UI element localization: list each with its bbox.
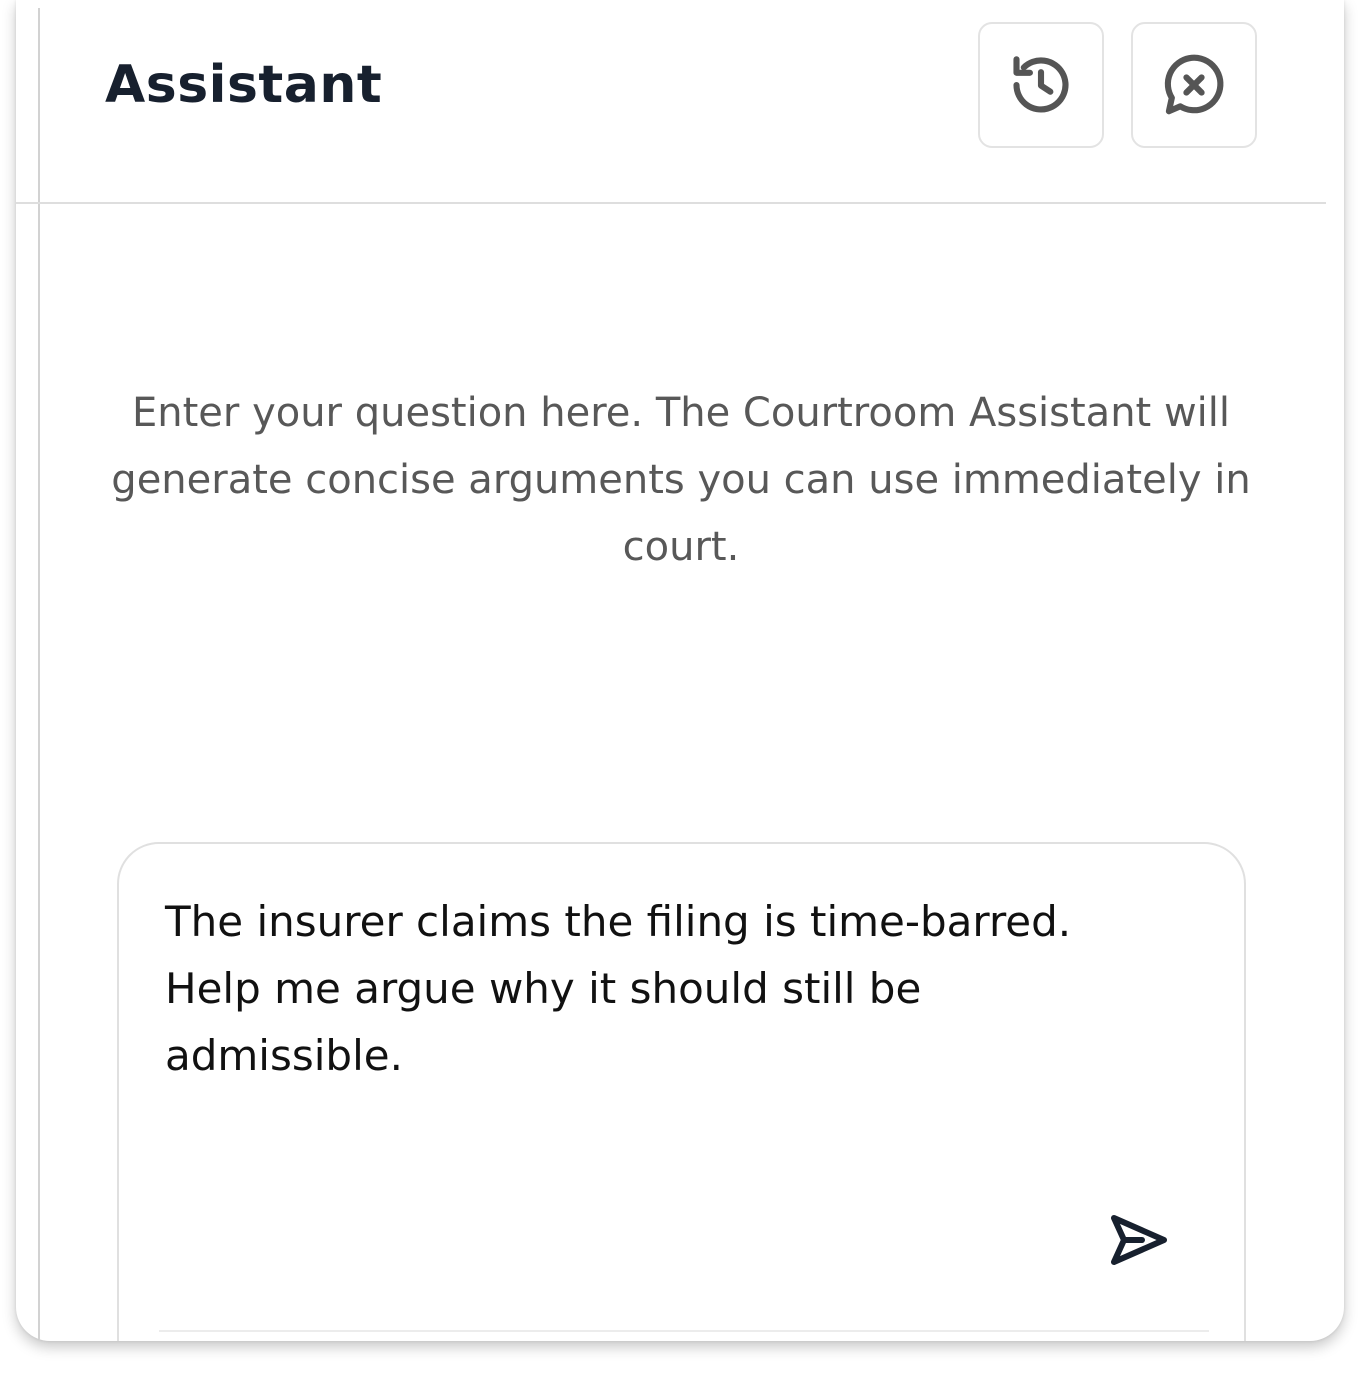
panel-left-border bbox=[38, 8, 40, 1341]
page-title: Assistant bbox=[105, 55, 383, 115]
question-input[interactable]: The insurer claims the filing is time-ba… bbox=[117, 842, 1246, 1341]
question-input-value[interactable]: The insurer claims the filing is time-ba… bbox=[165, 888, 1165, 1089]
send-icon bbox=[1111, 1215, 1167, 1265]
send-button[interactable] bbox=[1099, 1202, 1179, 1278]
history-button[interactable] bbox=[978, 22, 1104, 148]
composer-divider bbox=[159, 1330, 1209, 1332]
assistant-intro-text: Enter your question here. The Courtroom … bbox=[111, 390, 1251, 570]
history-icon bbox=[1013, 56, 1069, 113]
chat-close-icon bbox=[1164, 54, 1224, 115]
assistant-panel: Assistant Enter your question here. The … bbox=[16, 0, 1344, 1341]
assistant-header: Assistant bbox=[16, 0, 1326, 204]
close-chat-button[interactable] bbox=[1131, 22, 1257, 148]
